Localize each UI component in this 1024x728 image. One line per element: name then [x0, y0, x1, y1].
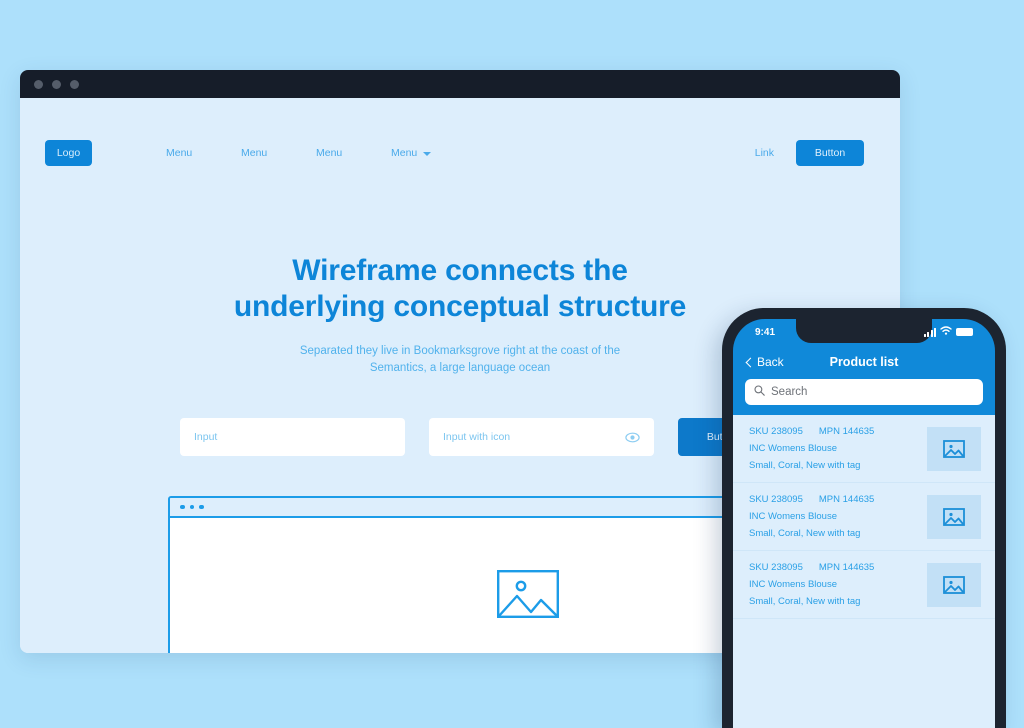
- product-mpn: MPN 144635: [818, 494, 875, 505]
- product-codes: SKU 238095 MPN 144635: [749, 426, 874, 437]
- chevron-down-icon: [423, 152, 432, 156]
- nav-menu-list: Menu Menu Menu Menu: [166, 147, 466, 159]
- cellular-signal-icon: [923, 327, 936, 337]
- product-name: INC Womens Blouse: [749, 511, 837, 522]
- nav-menu-item-2[interactable]: Menu: [241, 147, 316, 159]
- status-icon-group: [923, 326, 973, 338]
- browser-titlebar: [20, 70, 900, 98]
- product-codes: SKU 238095 MPN 144635: [749, 494, 874, 505]
- product-info: SKU 238095 MPN 144635 INC Womens Blouse …: [749, 426, 874, 471]
- form-row: Input Input with icon Button: [180, 418, 766, 456]
- window-maximize-dot[interactable]: [70, 79, 79, 89]
- product-attributes: Small, Coral, New with tag: [749, 596, 861, 607]
- product-thumbnail: [927, 494, 981, 539]
- product-sku: SKU 238095: [749, 494, 803, 505]
- nav-menu-label: Menu: [166, 147, 193, 159]
- image-placeholder-icon: [943, 575, 965, 594]
- product-info: SKU 238095 MPN 144635 INC Womens Blouse …: [749, 494, 874, 539]
- nav-link[interactable]: Link: [755, 147, 774, 159]
- nav-menu-label: Menu: [316, 147, 343, 159]
- input-with-icon[interactable]: Input with icon: [429, 418, 654, 456]
- nav-menu-label: Menu: [241, 147, 268, 159]
- image-placeholder-icon: [497, 569, 559, 623]
- input-placeholder-text: Input with icon: [443, 431, 511, 443]
- page-title: Wireframe connects the underlying concep…: [233, 254, 687, 324]
- site-navbar: Logo Menu Menu Menu Menu Link Button: [20, 138, 900, 168]
- preview-dot-3: [199, 504, 204, 510]
- search-input[interactable]: Search: [745, 379, 983, 405]
- product-mpn: MPN 144635: [818, 562, 875, 573]
- nav-menu-label: Menu: [391, 147, 418, 159]
- input-placeholder-text: Input: [194, 431, 218, 443]
- preview-dot-1: [180, 504, 185, 510]
- status-time: 9:41: [755, 326, 776, 338]
- product-list: SKU 238095 MPN 144635 INC Womens Blouse …: [733, 415, 995, 728]
- product-sku: SKU 238095: [749, 562, 803, 573]
- phone-navbar: Back Product list: [733, 345, 995, 379]
- nav-menu-item-1[interactable]: Menu: [166, 147, 241, 159]
- wifi-icon: [940, 326, 952, 338]
- product-attributes: Small, Coral, New with tag: [749, 460, 861, 471]
- preview-dot-2: [189, 504, 194, 510]
- product-info: SKU 238095 MPN 144635 INC Womens Blouse …: [749, 562, 874, 607]
- back-button[interactable]: Back: [745, 355, 784, 369]
- image-placeholder-icon: [943, 439, 965, 458]
- search-container: Search: [733, 379, 995, 415]
- product-list-item[interactable]: SKU 238095 MPN 144635 INC Womens Blouse …: [733, 551, 995, 619]
- search-icon: [754, 385, 765, 399]
- phone-screen: 9:41 Back Product list Search SKU 238095…: [733, 319, 995, 728]
- product-sku: SKU 238095: [749, 426, 803, 437]
- phone-mockup: 9:41 Back Product list Search SKU 238095…: [722, 308, 1006, 728]
- nav-menu-item-4[interactable]: Menu: [391, 147, 466, 159]
- product-attributes: Small, Coral, New with tag: [749, 528, 861, 539]
- hero-subtext: Separated they live in Bookmarksgrove ri…: [299, 344, 621, 375]
- plain-input[interactable]: Input: [180, 418, 405, 456]
- back-label: Back: [757, 355, 784, 369]
- chevron-left-icon: [745, 357, 756, 367]
- product-thumbnail: [927, 562, 981, 607]
- product-list-item[interactable]: SKU 238095 MPN 144635 INC Womens Blouse …: [733, 415, 995, 483]
- search-placeholder-text: Search: [771, 386, 808, 398]
- product-codes: SKU 238095 MPN 144635: [749, 562, 874, 573]
- window-minimize-dot[interactable]: [52, 79, 61, 89]
- eye-icon[interactable]: [625, 432, 640, 443]
- nav-cta-button[interactable]: Button: [796, 140, 864, 166]
- product-list-item[interactable]: SKU 238095 MPN 144635 INC Womens Blouse …: [733, 483, 995, 551]
- nav-actions: Link Button: [755, 140, 864, 166]
- battery-icon: [956, 327, 973, 337]
- nav-menu-item-3[interactable]: Menu: [316, 147, 391, 159]
- image-placeholder-icon: [943, 507, 965, 526]
- window-close-dot[interactable]: [34, 79, 43, 89]
- product-mpn: MPN 144635: [818, 426, 875, 437]
- product-thumbnail: [927, 426, 981, 471]
- logo-button[interactable]: Logo: [45, 140, 92, 166]
- phone-statusbar: 9:41: [733, 319, 995, 345]
- product-name: INC Womens Blouse: [749, 579, 837, 590]
- product-name: INC Womens Blouse: [749, 443, 837, 454]
